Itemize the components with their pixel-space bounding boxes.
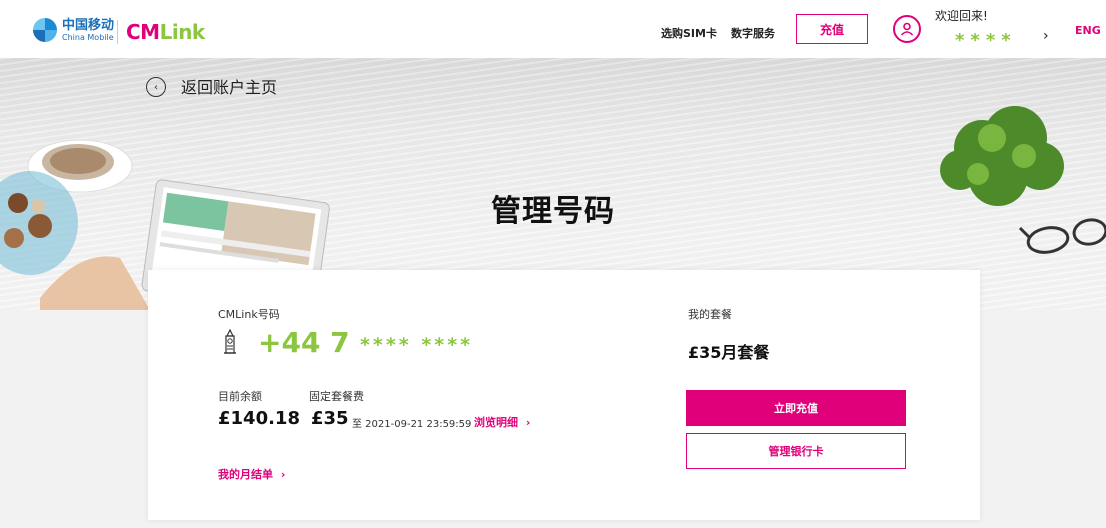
hero-photo-right [940, 106, 1106, 254]
account-card: CMLink号码 +44 7 **** **** 目前余额 固定套餐费 £140… [148, 270, 980, 520]
fixed-fee-label: 固定套餐费 [309, 390, 364, 403]
china-mobile-logo[interactable]: 中国移动 China Mobile [33, 18, 114, 42]
plan-name: £35月套餐 [688, 343, 770, 362]
masked-username: **** [955, 30, 1017, 51]
cmlink-logo[interactable]: CMLink [126, 20, 205, 44]
language-switch[interactable]: ENG [1075, 24, 1101, 37]
balance-value: £140.18 [218, 408, 300, 429]
page-title: 管理号码 [491, 194, 615, 229]
welcome-text: 欢迎回来! [935, 9, 988, 23]
chevron-right-icon: › [525, 416, 531, 429]
topup-now-button[interactable]: 立即充值 [686, 390, 906, 426]
nav-digital-services[interactable]: 数字服务 [731, 25, 775, 41]
nav-buy-sim[interactable]: 选购SIM卡 [661, 25, 717, 41]
number-label: CMLink号码 [218, 308, 280, 321]
chevron-right-icon: › [280, 468, 286, 481]
phone-number-masked: **** **** [360, 334, 474, 356]
china-mobile-name-zh: 中国移动 [62, 17, 115, 33]
top-header: 中国移动 China Mobile CMLink 选购SIM卡 数字服务 充值 … [0, 0, 1106, 58]
manage-bank-card-button[interactable]: 管理银行卡 [686, 433, 906, 469]
monthly-statement-link[interactable]: 我的月结单 › [218, 466, 285, 482]
browse-details-link[interactable]: 浏览明细 › [474, 414, 530, 430]
fee-valid-until: 至 2021-09-21 23:59:59 [352, 419, 472, 430]
back-to-account-link[interactable]: 返回账户主页 [181, 74, 277, 98]
user-icon[interactable] [893, 15, 921, 43]
chevron-right-icon[interactable]: › [1043, 28, 1049, 44]
balance-label: 目前余额 [218, 390, 262, 403]
fixed-fee-value: £35 [311, 408, 349, 429]
header-recharge-button[interactable]: 充值 [796, 14, 868, 44]
china-mobile-logo-icon [33, 18, 57, 42]
logo-divider [117, 20, 118, 44]
phone-number-prefix: +44 7 [258, 326, 350, 359]
back-arrow-icon[interactable]: ‹ [146, 77, 166, 97]
plan-label: 我的套餐 [688, 308, 732, 321]
big-ben-icon [224, 329, 236, 354]
china-mobile-name-en: China Mobile [62, 32, 114, 42]
